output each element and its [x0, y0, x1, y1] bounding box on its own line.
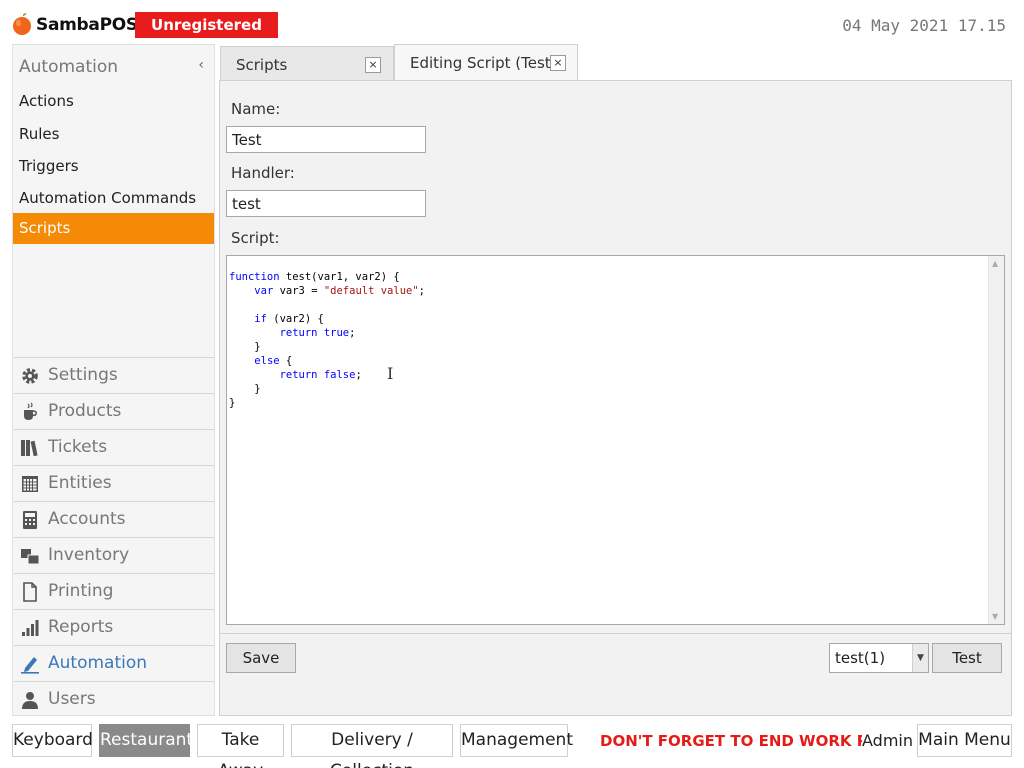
module-label: Printing [48, 581, 114, 601]
select-value: test(1) [835, 649, 886, 667]
module-label: Accounts [48, 509, 126, 529]
coffee-cup-icon [24, 402, 37, 420]
brand-name: SambaPOS [36, 15, 138, 35]
module-inventory[interactable]: Inventory [14, 537, 214, 572]
take-away-button[interactable]: Take Away [197, 724, 284, 768]
delivery-collection-button[interactable]: Delivery / Collection [291, 724, 453, 768]
pencil-icon [21, 657, 39, 674]
restaurant-button[interactable]: Restaurant [99, 724, 193, 757]
user-icon [22, 692, 38, 709]
sidebar-item-scripts[interactable]: Scripts [13, 213, 214, 244]
sidebar-item-rules[interactable]: Rules [13, 119, 214, 150]
module-products[interactable]: Products [14, 393, 214, 428]
document-icon [23, 582, 37, 602]
tab-label: Editing Script (Test) [410, 54, 557, 72]
bar-chart-icon [22, 620, 39, 636]
close-icon[interactable]: × [550, 55, 566, 71]
tab-label: Scripts [236, 56, 288, 74]
divider [220, 633, 1011, 634]
module-label: Tickets [48, 437, 108, 457]
module-label: Settings [48, 365, 118, 385]
books-icon [21, 440, 38, 457]
module-accounts[interactable]: Accounts [14, 501, 214, 536]
module-settings[interactable]: Settings [14, 357, 214, 392]
text-cursor-icon: I [387, 364, 394, 383]
script-editor-panel: Name: Handler: Script: function test(var… [219, 80, 1012, 716]
save-button[interactable]: Save [226, 643, 296, 673]
tab-scripts[interactable]: Scripts × [220, 46, 394, 80]
module-label: Entities [48, 473, 112, 493]
management-button[interactable]: Management [460, 724, 573, 757]
name-input[interactable] [226, 126, 426, 153]
handler-label: Handler: [231, 164, 295, 182]
module-entities[interactable]: Entities [14, 465, 214, 500]
sidebar-title: Automation [19, 57, 119, 77]
module-automation[interactable]: Automation [14, 645, 214, 680]
work-period-reminder: DON'T FORGET TO END WORK PERIOD [600, 732, 862, 750]
module-label: Reports [48, 617, 114, 637]
apple-logo-icon [13, 13, 31, 35]
module-tickets[interactable]: Tickets [14, 429, 214, 464]
script-code: function test(var1, var2) { var var3 = "… [229, 271, 425, 409]
module-printing[interactable]: Printing [14, 573, 214, 608]
module-label: Users [48, 689, 96, 709]
current-user: Admin [862, 731, 913, 750]
module-reports[interactable]: Reports [14, 609, 214, 644]
module-label: Automation [48, 653, 148, 673]
main-menu-button[interactable]: Main Menu [917, 724, 1012, 757]
close-icon[interactable]: × [365, 57, 381, 73]
module-users[interactable]: Users [14, 681, 214, 716]
calculator-icon [23, 511, 37, 529]
name-label: Name: [231, 100, 281, 118]
vertical-scrollbar[interactable]: ▲ ▼ [988, 256, 1004, 624]
script-label: Script: [231, 229, 280, 247]
sidebar: Automation ‹ Actions Rules Triggers Auto… [12, 44, 215, 716]
test-function-select[interactable]: test(1) ▼ [829, 643, 929, 673]
chevron-down-icon: ▼ [912, 644, 928, 672]
sidebar-item-automation-commands[interactable]: Automation Commands [13, 183, 214, 214]
sidebar-item-triggers[interactable]: Triggers [13, 151, 214, 182]
gear-icon [22, 368, 38, 384]
datetime-display: 04 May 2021 17.15 [842, 16, 1006, 35]
scroll-down-icon[interactable]: ▼ [992, 612, 998, 621]
module-label: Inventory [48, 545, 130, 565]
test-button[interactable]: Test [932, 643, 1002, 673]
script-code-editor[interactable]: function test(var1, var2) { var var3 = "… [226, 255, 1005, 625]
trial-badge: Unregistered Trial [135, 12, 278, 60]
table-grid-icon [22, 476, 38, 492]
module-label: Products [48, 401, 122, 421]
keyboard-button[interactable]: Keyboard [12, 724, 93, 757]
boxes-icon [21, 549, 40, 565]
sidebar-item-actions[interactable]: Actions [13, 86, 214, 117]
tab-editing-script[interactable]: Editing Script (Test) × [394, 44, 578, 81]
collapse-chevron-icon[interactable]: ‹ [198, 57, 204, 73]
scroll-up-icon[interactable]: ▲ [992, 259, 998, 268]
handler-input[interactable] [226, 190, 426, 217]
